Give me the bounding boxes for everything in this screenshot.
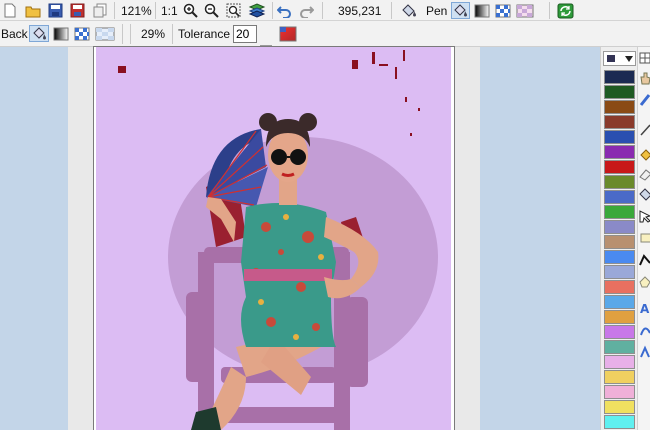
copy-icon[interactable] [92, 2, 108, 19]
separator [155, 2, 156, 19]
fill-color-swatch[interactable] [278, 25, 298, 42]
redo-icon[interactable] [298, 2, 314, 19]
palette-swatch[interactable] [604, 115, 635, 129]
palette-swatch[interactable] [604, 70, 635, 84]
polyline-icon[interactable] [639, 253, 650, 267]
svg-text:A: A [640, 302, 650, 315]
fill-mode-icon[interactable] [451, 2, 470, 19]
gradient-fill-icon[interactable] [52, 25, 70, 42]
palette-swatch[interactable] [604, 100, 635, 114]
workspace [0, 47, 600, 430]
save-icon[interactable] [46, 2, 64, 19]
separator [114, 2, 115, 19]
brush-icon[interactable] [639, 93, 650, 107]
select-icon[interactable] [639, 209, 650, 223]
grid-icon[interactable] [639, 51, 650, 65]
separator [322, 2, 323, 19]
palette-swatch[interactable] [604, 130, 635, 144]
open-folder-icon[interactable] [24, 2, 42, 19]
fill-tool-icon[interactable] [639, 147, 650, 161]
palette-swatch[interactable] [604, 190, 635, 204]
texture-fill-icon[interactable] [94, 25, 116, 42]
back-label: Back [1, 27, 28, 41]
chevron-down-icon [625, 55, 633, 62]
palette-swatch[interactable] [604, 370, 635, 384]
palette-swatch[interactable] [604, 400, 635, 414]
curve-icon[interactable] [639, 323, 650, 337]
palette-swatch[interactable] [604, 295, 635, 309]
palette-swatch[interactable] [604, 280, 635, 294]
shape-icon[interactable] [639, 275, 650, 289]
palette-preview-icon [607, 55, 615, 62]
photo-woman-on-chair [118, 50, 438, 430]
palette-swatch[interactable] [604, 385, 635, 399]
palette-swatch[interactable] [604, 160, 635, 174]
tools-panel: A [637, 47, 650, 430]
canvas-frame [68, 47, 480, 430]
undo-icon[interactable] [276, 2, 292, 19]
eraser-icon[interactable] [639, 167, 650, 181]
zoom-fit-icon[interactable] [225, 2, 241, 19]
tolerance-input[interactable] [233, 25, 257, 43]
palette-swatch[interactable] [604, 145, 635, 159]
gradient-icon[interactable] [473, 2, 491, 19]
clone-icon[interactable] [639, 345, 650, 359]
bucket-icon[interactable] [639, 187, 650, 201]
palette-swatch[interactable] [604, 265, 635, 279]
text-icon[interactable]: A [639, 301, 650, 316]
palette-swatch[interactable] [604, 310, 635, 324]
palette-swatch[interactable] [604, 175, 635, 189]
actual-size-button[interactable]: 1:1 [161, 3, 178, 19]
cursor-coordinates: 395,231 [338, 4, 382, 18]
palette-swatch[interactable] [604, 340, 635, 354]
image-canvas[interactable] [94, 47, 454, 430]
separator [130, 24, 131, 44]
separator [549, 2, 550, 19]
zoom-value[interactable]: 121% [121, 3, 152, 19]
pattern-fill-icon[interactable] [73, 25, 91, 42]
pattern-icon[interactable] [494, 2, 512, 19]
palette-swatch[interactable] [604, 250, 635, 264]
hand-icon[interactable] [639, 71, 650, 85]
pen-label: Pen [426, 4, 448, 18]
texture-icon[interactable] [515, 2, 535, 19]
tolerance-label: Tolerance [178, 27, 231, 41]
palette-swatch[interactable] [604, 205, 635, 219]
separator [272, 2, 273, 19]
palette-swatch[interactable] [604, 235, 635, 249]
opacity-value[interactable]: 29% [141, 26, 165, 42]
save-all-icon[interactable] [68, 2, 86, 19]
palette-swatch[interactable] [604, 85, 635, 99]
main-toolbar: 121% 1:1 395,231 Pen [0, 0, 650, 21]
separator [172, 24, 173, 44]
rectangle-icon[interactable] [639, 231, 650, 245]
paint-bucket-icon[interactable] [399, 2, 419, 19]
separator [122, 24, 123, 44]
layers-icon[interactable] [247, 2, 267, 19]
color-palette [600, 47, 637, 430]
separator [391, 2, 392, 19]
zoom-in-icon[interactable] [182, 2, 198, 19]
fill-options-toolbar: Back 29% Tolerance [0, 21, 650, 64]
palette-swatch[interactable] [604, 415, 635, 429]
palette-swatch[interactable] [604, 355, 635, 369]
new-file-icon[interactable] [3, 2, 17, 19]
palette-swatch[interactable] [604, 220, 635, 234]
zoom-out-icon[interactable] [203, 2, 219, 19]
line-icon[interactable] [639, 123, 650, 137]
palette-dropdown[interactable] [603, 51, 636, 66]
refresh-icon[interactable] [556, 2, 575, 19]
solid-fill-icon[interactable] [29, 25, 49, 42]
palette-swatch[interactable] [604, 325, 635, 339]
